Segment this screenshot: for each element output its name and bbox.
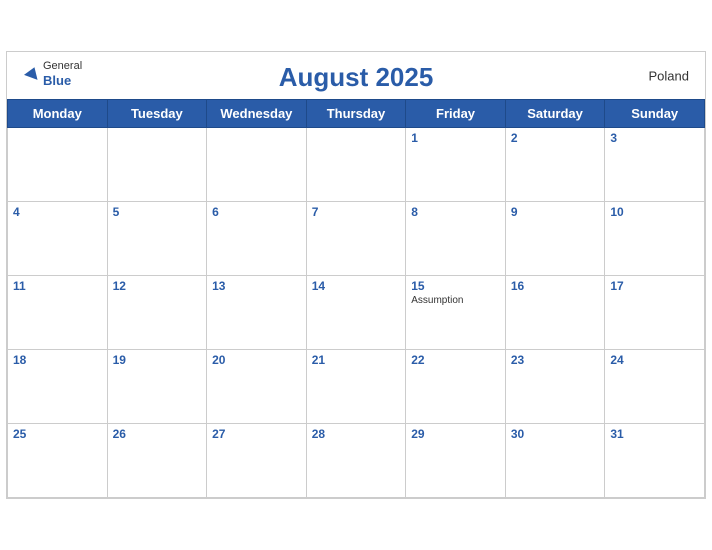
table-row: 23 bbox=[505, 350, 605, 424]
logo-icon bbox=[23, 65, 41, 83]
calendar-week-row: 25 26 27 28 29 30 31 bbox=[8, 424, 705, 498]
weekday-friday: Friday bbox=[406, 100, 506, 128]
table-row: 15 Assumption bbox=[406, 276, 506, 350]
day-number: 26 bbox=[113, 427, 202, 441]
day-number: 10 bbox=[610, 205, 699, 219]
calendar-container: General Blue August 2025 Poland Monday T… bbox=[6, 51, 706, 499]
table-row: 29 bbox=[406, 424, 506, 498]
day-number: 19 bbox=[113, 353, 202, 367]
day-number: 27 bbox=[212, 427, 301, 441]
calendar-week-row: 123 bbox=[8, 128, 705, 202]
calendar-header: General Blue August 2025 Poland bbox=[7, 52, 705, 99]
table-row: 14 bbox=[306, 276, 406, 350]
table-row: 18 bbox=[8, 350, 108, 424]
table-row: 2 bbox=[505, 128, 605, 202]
weekday-header-row: Monday Tuesday Wednesday Thursday Friday… bbox=[8, 100, 705, 128]
table-row bbox=[306, 128, 406, 202]
table-row: 1 bbox=[406, 128, 506, 202]
day-number: 7 bbox=[312, 205, 401, 219]
day-number: 18 bbox=[13, 353, 102, 367]
calendar-week-row: 11 12 13 14 15 Assumption 16 17 bbox=[8, 276, 705, 350]
day-number: 13 bbox=[212, 279, 301, 293]
table-row: 21 bbox=[306, 350, 406, 424]
weekday-sunday: Sunday bbox=[605, 100, 705, 128]
day-number: 6 bbox=[212, 205, 301, 219]
calendar-week-row: 456789 10 bbox=[8, 202, 705, 276]
country-label: Poland bbox=[649, 68, 689, 83]
day-number: 25 bbox=[13, 427, 102, 441]
table-row: 12 bbox=[107, 276, 207, 350]
table-row: 8 bbox=[406, 202, 506, 276]
table-row: 16 bbox=[505, 276, 605, 350]
day-number: 9 bbox=[511, 205, 600, 219]
weekday-saturday: Saturday bbox=[505, 100, 605, 128]
table-row: 24 bbox=[605, 350, 705, 424]
logo-area: General Blue bbox=[23, 60, 82, 89]
day-number: 12 bbox=[113, 279, 202, 293]
day-event: Assumption bbox=[411, 295, 500, 306]
table-row: 17 bbox=[605, 276, 705, 350]
table-row: 27 bbox=[207, 424, 307, 498]
calendar-title: August 2025 bbox=[279, 62, 434, 93]
logo-blue: Blue bbox=[43, 73, 82, 89]
table-row: 4 bbox=[8, 202, 108, 276]
day-number: 17 bbox=[610, 279, 699, 293]
table-row: 22 bbox=[406, 350, 506, 424]
day-number: 16 bbox=[511, 279, 600, 293]
table-row: 13 bbox=[207, 276, 307, 350]
day-number: 30 bbox=[511, 427, 600, 441]
day-number: 14 bbox=[312, 279, 401, 293]
table-row bbox=[8, 128, 108, 202]
day-number: 2 bbox=[511, 131, 600, 145]
day-number: 24 bbox=[610, 353, 699, 367]
day-number: 31 bbox=[610, 427, 699, 441]
day-number: 11 bbox=[13, 279, 102, 293]
table-row: 30 bbox=[505, 424, 605, 498]
day-number: 23 bbox=[511, 353, 600, 367]
day-number: 15 bbox=[411, 279, 500, 293]
table-row bbox=[107, 128, 207, 202]
day-number: 20 bbox=[212, 353, 301, 367]
day-number: 5 bbox=[113, 205, 202, 219]
table-row: 7 bbox=[306, 202, 406, 276]
logo-general: General bbox=[43, 60, 82, 73]
day-number: 29 bbox=[411, 427, 500, 441]
calendar-week-row: 18 19 20 21 22 23 24 bbox=[8, 350, 705, 424]
table-row: 31 bbox=[605, 424, 705, 498]
table-row: 20 bbox=[207, 350, 307, 424]
day-number: 8 bbox=[411, 205, 500, 219]
weekday-wednesday: Wednesday bbox=[207, 100, 307, 128]
table-row: 19 bbox=[107, 350, 207, 424]
day-number: 1 bbox=[411, 131, 500, 145]
table-row: 3 bbox=[605, 128, 705, 202]
day-number: 22 bbox=[411, 353, 500, 367]
table-row: 28 bbox=[306, 424, 406, 498]
table-row: 5 bbox=[107, 202, 207, 276]
weekday-thursday: Thursday bbox=[306, 100, 406, 128]
day-number: 21 bbox=[312, 353, 401, 367]
table-row: 25 bbox=[8, 424, 108, 498]
weekday-tuesday: Tuesday bbox=[107, 100, 207, 128]
table-row: 26 bbox=[107, 424, 207, 498]
table-row: 6 bbox=[207, 202, 307, 276]
table-row: 9 bbox=[505, 202, 605, 276]
table-row: 10 bbox=[605, 202, 705, 276]
table-row bbox=[207, 128, 307, 202]
table-row: 11 bbox=[8, 276, 108, 350]
calendar-table: Monday Tuesday Wednesday Thursday Friday… bbox=[7, 99, 705, 498]
day-number: 3 bbox=[610, 131, 699, 145]
weekday-monday: Monday bbox=[8, 100, 108, 128]
day-number: 4 bbox=[13, 205, 102, 219]
day-number: 28 bbox=[312, 427, 401, 441]
